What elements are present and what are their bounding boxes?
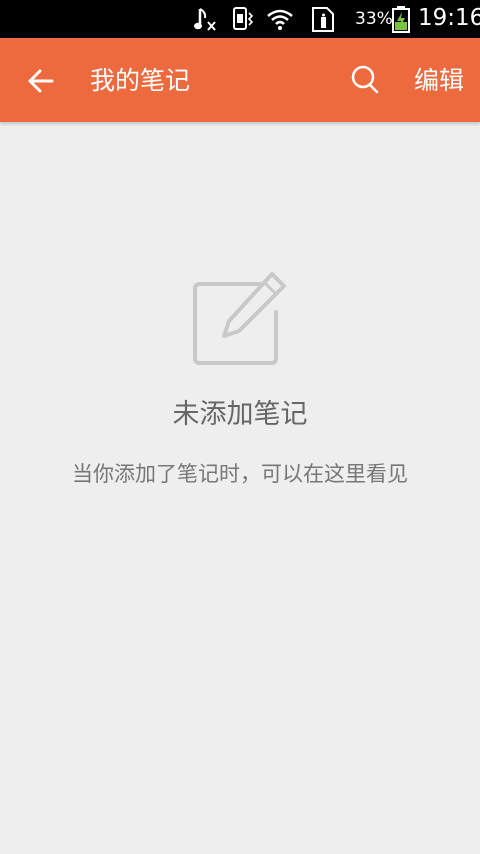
phone-vibrate-icon [233,7,254,30]
empty-state-title: 未添加笔记 [172,399,308,430]
music-note-icon [194,8,216,31]
note-edit-icon [193,272,286,365]
edit-button[interactable]: 编辑 [414,62,464,100]
search-icon [351,65,379,94]
status-bar: 33% 19:16 [0,0,480,38]
wifi-icon [267,9,293,30]
clock: 19:16 [418,5,480,31]
battery-charging-icon [392,6,410,33]
back-arrow-icon [28,69,54,93]
battery-percent: 33% [355,9,393,29]
search-button[interactable] [346,60,384,100]
back-button[interactable] [22,62,62,100]
app-bar: 我的笔记 编辑 [0,38,480,122]
empty-state-description: 当你添加了笔记时，可以在这里看见 [72,462,408,486]
page-title: 我的笔记 [90,66,191,95]
sim-card-icon [312,7,334,32]
